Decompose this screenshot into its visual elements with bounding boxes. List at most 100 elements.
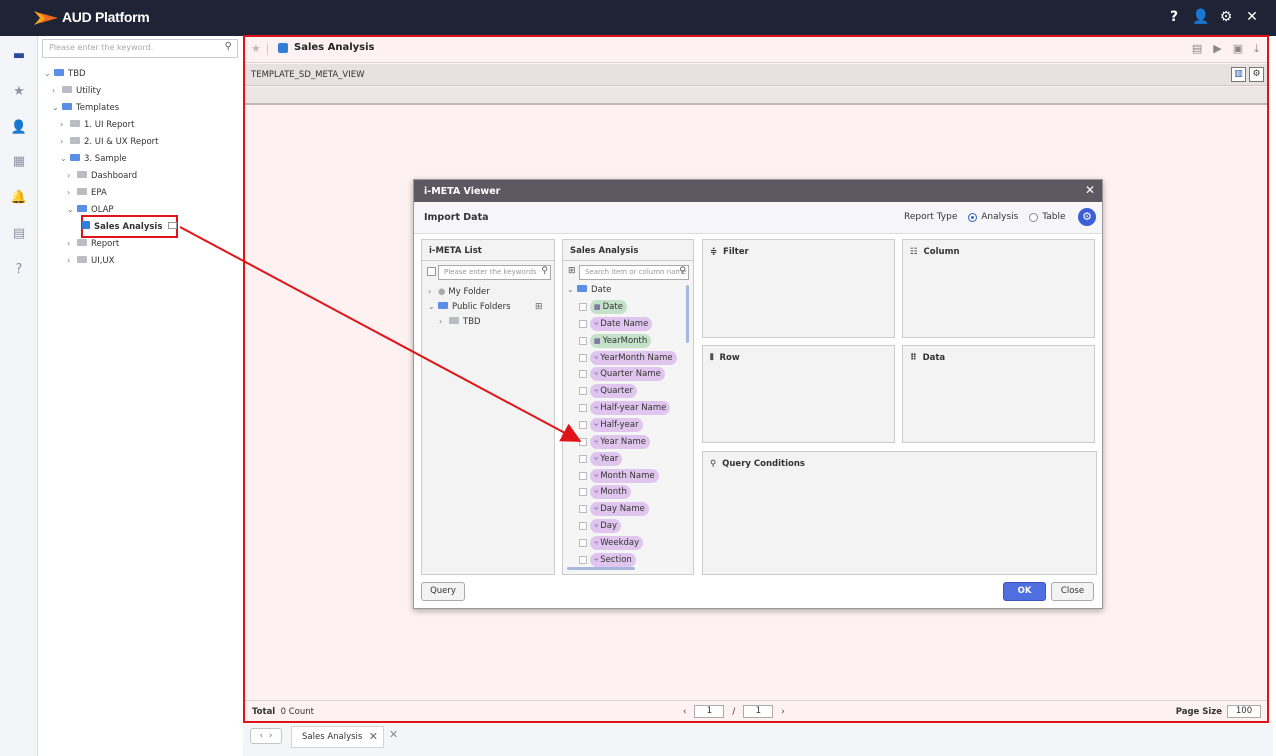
item-checkbox[interactable] [579,404,587,413]
tree-item[interactable]: ⌄ TBD [44,67,86,81]
caret-icon[interactable]: ⌄ [60,152,70,166]
row-zone[interactable]: ⫴ Row [702,345,895,443]
field-chip[interactable]: ▦ YearMonth [590,333,652,348]
caret-icon[interactable]: › [60,118,70,132]
tree-item[interactable]: › Dashboard [67,169,137,183]
close-icon[interactable]: ✕ [1244,9,1260,25]
meta-list-search-input[interactable]: Please enter the keywords ⚲ [438,265,551,280]
item-checkbox[interactable] [579,336,587,345]
query-conditions-zone[interactable]: ⚲ Query Conditions [702,451,1097,575]
item-checkbox[interactable] [579,555,587,564]
next-page-button[interactable]: › [781,707,784,717]
tree-item[interactable]: › 2. UI & UX Report [60,135,159,149]
field-chip[interactable]: ⑂ Year Name [590,434,650,449]
query-button[interactable]: Query [421,582,465,601]
bell-icon[interactable]: 🔔 [9,188,29,208]
tree-item[interactable]: ⌄ 3. Sample [60,152,127,166]
item-checkbox[interactable] [579,387,587,396]
item-checkbox[interactable] [579,303,587,311]
field-chip[interactable]: ⑂ Month Name [590,468,659,483]
chart-icon[interactable]: ▥ [1231,67,1246,82]
prev-page-button[interactable]: ‹ [683,707,686,717]
meta-list-toggle[interactable] [427,267,436,276]
data-zone[interactable]: ⠿ Data [902,345,1095,443]
folder-date[interactable]: ⌄ Date [567,283,611,296]
search-icon[interactable]: ⚲ [541,266,548,276]
sales-search-input[interactable]: Search item or column name ⚲ [579,265,689,280]
tab-sales-analysis[interactable]: Sales Analysis ✕ [291,726,384,748]
dialog-close-icon[interactable]: ✕ [1085,183,1095,197]
caret-icon[interactable]: › [67,186,77,200]
scrollbar[interactable] [686,285,689,343]
tree-item[interactable]: › 1. UI Report [60,118,134,132]
caret-icon[interactable]: ⌄ [67,203,77,217]
item-checkbox[interactable] [579,437,587,446]
favorite-star-icon[interactable]: ★ [251,42,261,55]
close-button[interactable]: Close [1051,582,1094,601]
help-icon[interactable]: ? [1166,9,1182,25]
clipboard-icon[interactable]: ▤ [9,224,29,244]
field-chip[interactable]: ▦ Date [590,300,627,314]
item-checkbox[interactable] [579,420,587,429]
item-checkbox[interactable] [579,538,587,547]
column-zone[interactable]: ☷ Column [902,239,1095,338]
close-all-tabs-icon[interactable]: ✕ [389,728,398,741]
h-scrollbar[interactable] [567,567,635,570]
item-checkbox[interactable] [579,522,587,531]
item-checkbox[interactable] [579,505,587,514]
field-chip[interactable]: ⑂ Month [590,485,631,500]
field-chip[interactable]: ⑂ Half-year [590,417,643,432]
expand-icon[interactable]: ⊞ [535,302,543,312]
dashboard-icon[interactable]: ▦ [9,152,29,172]
tree-item[interactable]: › Report [67,237,119,251]
person-icon[interactable]: 👤 [9,118,29,138]
page-input[interactable]: 1 [694,705,725,718]
field-chip[interactable]: ⑂ Date Name [590,316,653,331]
meta-list-item[interactable]: › TBD [439,315,481,328]
help-icon[interactable]: ? [9,260,29,280]
ok-button[interactable]: OK [1003,582,1046,601]
download-icon[interactable]: ⤓ [1254,42,1259,56]
item-checkbox[interactable] [579,471,587,480]
field-chip[interactable]: ⑂ Half-year Name [590,401,671,416]
caret-icon[interactable]: ⌄ [52,101,62,115]
save-icon[interactable]: ▣ [1233,42,1243,56]
item-checkbox[interactable] [579,353,587,362]
field-chip[interactable]: ⑂ YearMonth Name [590,350,677,365]
field-chip[interactable]: ⑂ Quarter Name [590,367,665,382]
dialog-settings-icon[interactable]: ⚙ [1078,208,1096,226]
tree-item[interactable]: › Utility [52,84,101,98]
caret-icon[interactable]: › [52,84,62,98]
database-icon[interactable]: ▤ [1192,42,1202,56]
tree-item[interactable]: ⌄ OLAP [67,203,114,217]
page-size-input[interactable]: 100 [1227,705,1261,718]
filter-zone[interactable]: ≑ Filter [702,239,895,338]
caret-icon[interactable]: › [67,169,77,183]
star-icon[interactable]: ★ [9,82,29,102]
run-icon[interactable]: ▶ [1213,42,1221,56]
folder-icon[interactable]: ▬ [9,46,29,66]
search-icon[interactable]: ⚲ [679,266,686,276]
tree-item[interactable]: › UI,UX [67,254,114,268]
settings-icon[interactable]: ⚙ [1218,9,1234,25]
field-chip[interactable]: ⑂ Year [590,451,623,466]
meta-list-item[interactable]: ⌄ Public Folders [428,300,511,313]
item-checkbox[interactable] [579,370,587,379]
field-chip[interactable]: ⑂ Section [590,552,636,567]
tree-search-input[interactable]: Please enter the keyword. ⚲ [42,39,238,58]
item-checkbox[interactable] [579,319,587,328]
close-tab-icon[interactable]: ✕ [369,727,378,747]
tree-item[interactable]: › EPA [67,186,107,200]
expand-all-icon[interactable]: ⊞ [568,266,576,276]
field-chip[interactable]: ⑂ Day [590,519,621,534]
search-icon[interactable]: ⚲ [225,41,232,52]
caret-icon[interactable]: ⌄ [44,67,54,81]
view-settings-icon[interactable]: ⚙ [1249,67,1264,82]
tree-item[interactable]: Sales Analysis [82,220,178,234]
tree-item[interactable]: ⌄ Templates [52,101,119,115]
caret-icon[interactable]: › [67,254,77,268]
item-checkbox[interactable] [579,488,587,497]
user-icon[interactable]: 👤 [1192,9,1209,25]
meta-list-item[interactable]: › ● My Folder [428,285,490,298]
radio-table[interactable] [1029,212,1039,222]
